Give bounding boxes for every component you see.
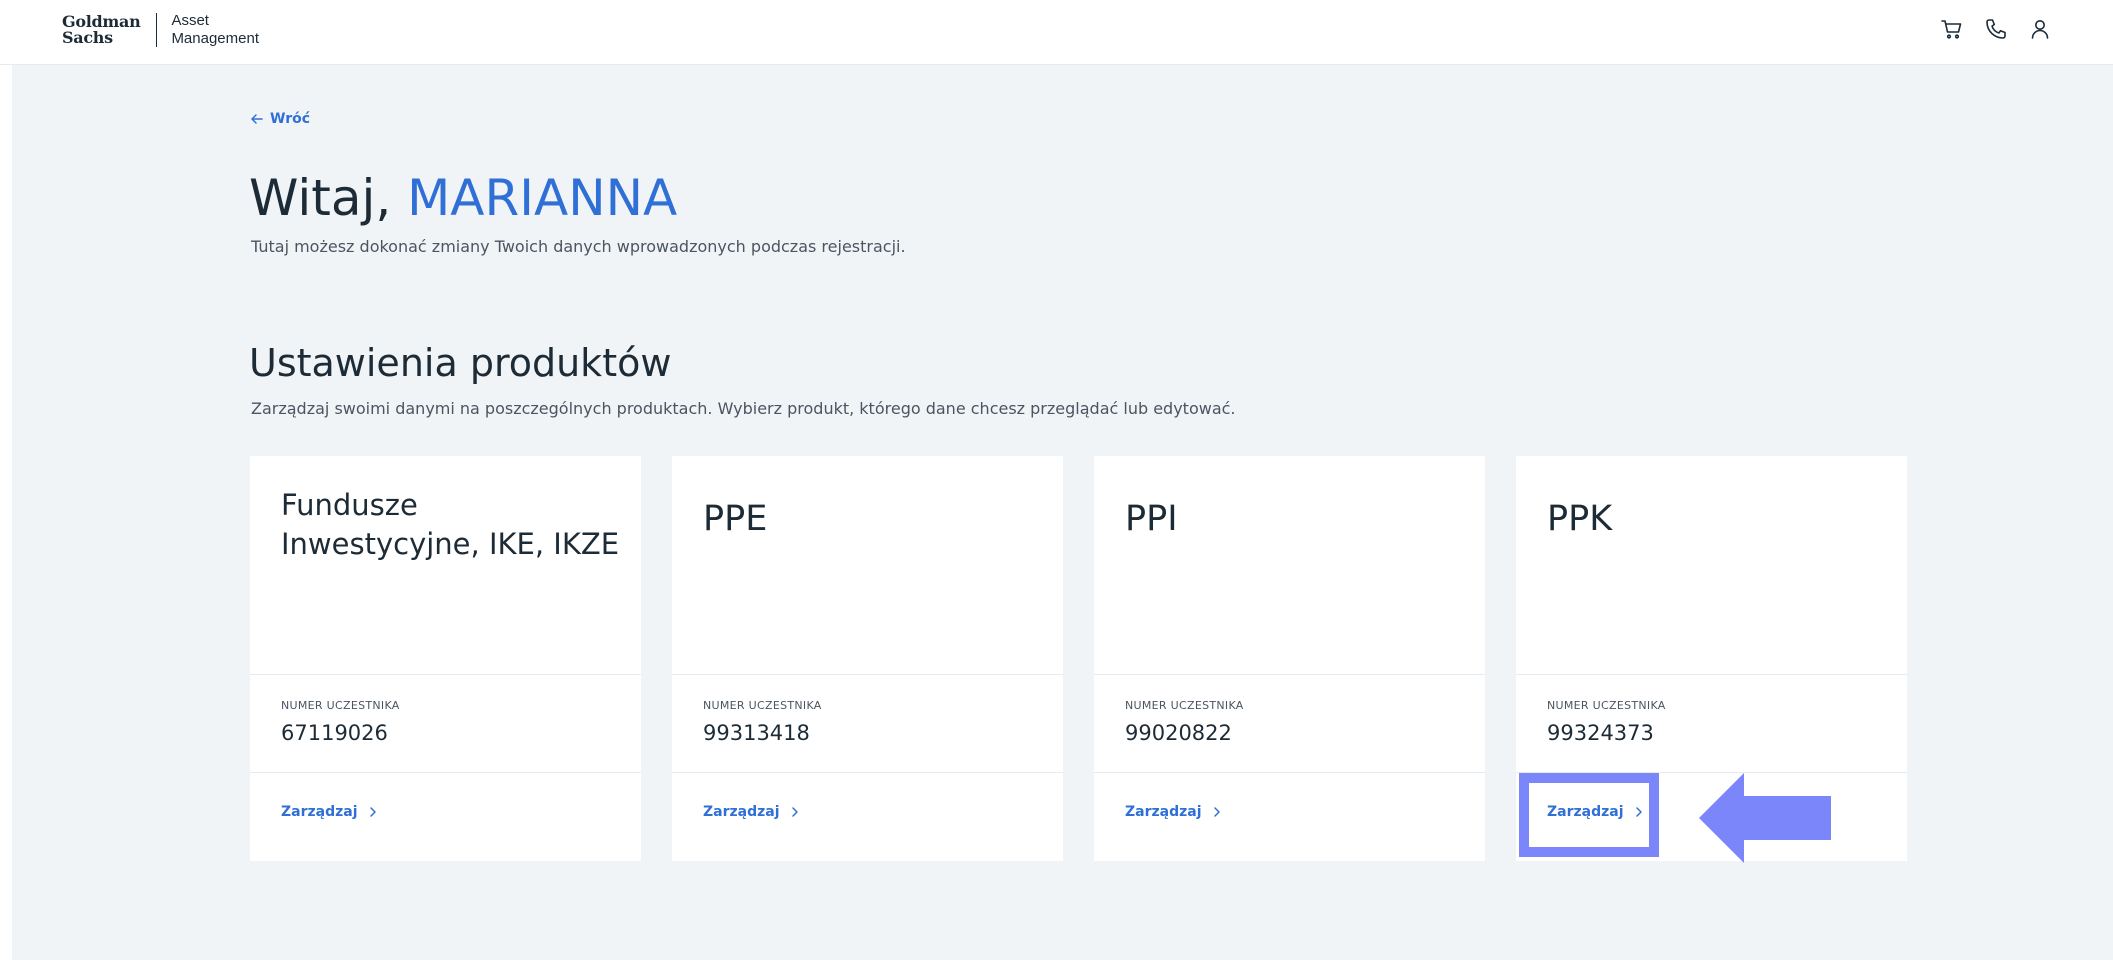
phone-icon[interactable] — [1983, 16, 2009, 42]
participant-number: 67119026 — [281, 721, 388, 745]
participant-number: 99324373 — [1547, 721, 1654, 745]
top-header: Goldman Sachs Asset Management — [0, 0, 2113, 65]
manage-link[interactable]: Zarządzaj — [281, 804, 378, 820]
card-participant: NUMER UCZESTNIKA 99324373 — [1516, 675, 1907, 773]
header-icons — [1939, 16, 2053, 42]
card-title: Fundusze Inwestycyjne, IKE, IKZE — [281, 488, 620, 561]
product-card-fundusze: Fundusze Inwestycyjne, IKE, IKZE NUMER U… — [250, 456, 641, 861]
back-label: Wrόć — [270, 111, 311, 127]
card-header: Fundusze Inwestycyjne, IKE, IKZE — [250, 456, 641, 675]
participant-number: 99313418 — [703, 721, 810, 745]
logo-divider — [156, 13, 158, 47]
back-link[interactable]: Wrόć — [250, 111, 310, 127]
goldman-sachs-logo[interactable]: Goldman Sachs Asset Management — [62, 10, 259, 50]
card-participant: NUMER UCZESTNIKA 99020822 — [1094, 675, 1485, 773]
logo-wordmark: Goldman Sachs — [62, 12, 141, 47]
manage-label: Zarządzaj — [1125, 804, 1202, 820]
card-participant: NUMER UCZESTNIKA 67119026 — [250, 675, 641, 773]
chevron-right-icon — [369, 807, 376, 817]
card-title: PPI — [1125, 499, 1178, 539]
manage-label: Zarządzaj — [281, 804, 358, 820]
manage-link[interactable]: Zarządzaj — [1125, 804, 1222, 820]
card-title: PPE — [703, 499, 768, 539]
annotation-arrow-left-icon — [1699, 773, 1831, 863]
card-participant: NUMER UCZESTNIKA 99313418 — [672, 675, 1063, 773]
product-cards: Fundusze Inwestycyjne, IKE, IKZE NUMER U… — [250, 456, 1907, 861]
section-title: Ustawienia produktów — [249, 341, 672, 385]
participant-number-label: NUMER UCZESTNIKA — [703, 699, 822, 712]
participant-number-label: NUMER UCZESTNIKA — [1547, 699, 1666, 712]
arrow-left-icon — [251, 114, 263, 124]
product-card-ppe: PPE NUMER UCZESTNIKA 99313418 Zarządzaj — [672, 456, 1063, 861]
participant-number-label: NUMER UCZESTNIKA — [281, 699, 400, 712]
card-header: PPI — [1094, 456, 1485, 675]
greeting-subtitle: Tutaj możesz dokonać zmiany Twoich danyc… — [251, 237, 906, 256]
product-card-ppi: PPI NUMER UCZESTNIKA 99020822 Zarządzaj — [1094, 456, 1485, 861]
chevron-right-icon — [791, 807, 798, 817]
greeting-prefix: Witaj, — [249, 169, 408, 227]
manage-label: Zarządzaj — [1547, 804, 1624, 820]
cart-icon[interactable] — [1939, 16, 1965, 42]
page-title: Witaj, MARIANNA — [249, 169, 677, 227]
section-description: Zarządzaj swoimi danymi na poszczególnyc… — [251, 399, 1236, 418]
user-name: MARIANNA — [407, 169, 678, 227]
participant-number: 99020822 — [1125, 721, 1232, 745]
participant-number-label: NUMER UCZESTNIKA — [1125, 699, 1244, 712]
card-title: PPK — [1547, 499, 1613, 539]
card-header: PPE — [672, 456, 1063, 675]
manage-link[interactable]: Zarządzaj — [1547, 804, 1644, 820]
user-icon[interactable] — [2027, 16, 2053, 42]
logo-asset-management: Asset Management — [171, 12, 259, 47]
chevron-right-icon — [1213, 807, 1220, 817]
chevron-right-icon — [1635, 807, 1642, 817]
manage-label: Zarządzaj — [703, 804, 780, 820]
manage-link[interactable]: Zarządzaj — [703, 804, 800, 820]
card-header: PPK — [1516, 456, 1907, 675]
